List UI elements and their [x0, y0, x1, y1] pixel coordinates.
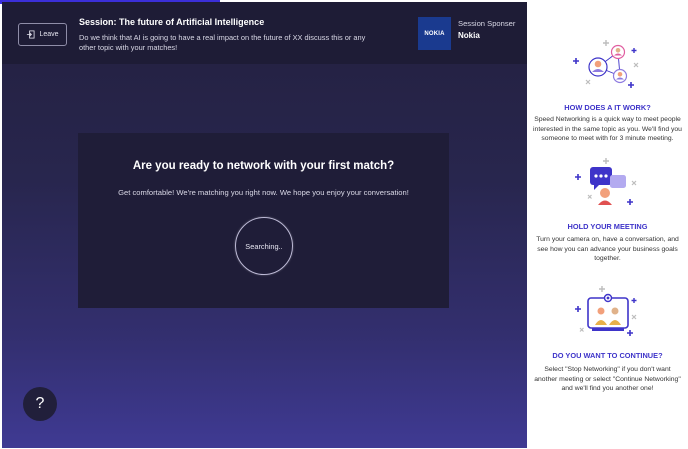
session-description: Do we think that AI is going to have a r…: [79, 33, 366, 52]
sponsor-name: Nokia: [458, 31, 480, 40]
session-title: Session: The future of Artificial Intell…: [79, 17, 265, 27]
main-panel: Leave Session: The future of Artificial …: [2, 2, 527, 448]
help-icon: ?: [35, 395, 45, 412]
continue-meeting-icon: [575, 286, 637, 336]
continue-text: Select "Stop Networking" if you don't wa…: [534, 366, 681, 392]
how-it-works-heading: HOW DOES A IT WORK?: [564, 103, 651, 112]
session-header: Leave Session: The future of Artificial …: [2, 2, 527, 64]
sponsor-label: Session Sponser: [458, 19, 516, 28]
sponsor-logo: NOKIA: [418, 17, 451, 50]
network-people-icon: [573, 40, 639, 88]
continue-heading: DO YOU WANT TO CONTINUE?: [552, 351, 663, 360]
match-subheading: Get comfortable! We're matching you righ…: [118, 188, 409, 197]
exit-icon: [27, 30, 35, 39]
searching-status: Searching..: [245, 241, 283, 251]
match-card: Are you ready to network with your first…: [78, 133, 449, 308]
searching-spinner: Searching..: [235, 217, 293, 275]
video-meeting-icon: [575, 158, 637, 205]
info-sidebar: HOW DOES A IT WORK? Speed Networking is …: [527, 4, 688, 449]
leave-button[interactable]: Leave: [18, 23, 67, 46]
hold-meeting-heading: HOLD YOUR MEETING: [567, 222, 648, 231]
speed-networking-app: Leave Session: The future of Artificial …: [0, 0, 688, 449]
how-it-works-text: Speed Networking is a quick way to meet …: [533, 116, 682, 142]
leave-button-label: Leave: [39, 31, 59, 38]
help-button[interactable]: ?: [23, 387, 57, 421]
hold-meeting-text: Turn your camera on, have a conversation…: [536, 236, 679, 262]
match-heading: Are you ready to network with your first…: [132, 160, 395, 172]
